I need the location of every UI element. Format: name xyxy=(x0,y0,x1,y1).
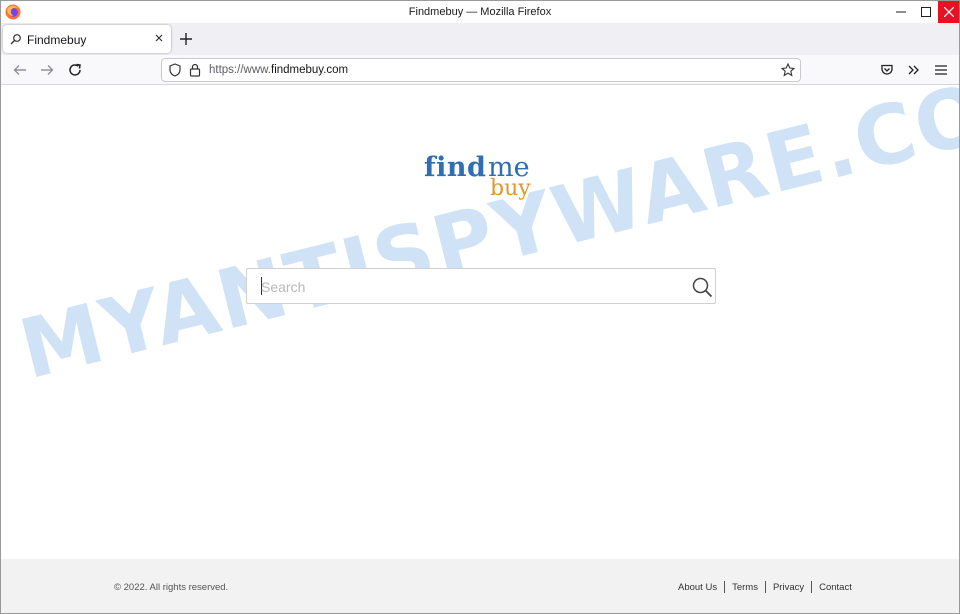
window-title: Findmebuy — Mozilla Firefox xyxy=(408,6,552,18)
footer-link-about-us[interactable]: About Us xyxy=(678,582,717,593)
search-input[interactable] xyxy=(261,278,681,296)
tab-strip: Findmebuy xyxy=(1,23,959,55)
page-footer: © 2022. All rights reserved. About Us Te… xyxy=(1,559,959,613)
divider xyxy=(764,581,766,593)
url-text[interactable]: https://www.findmebuy.com xyxy=(209,64,348,76)
divider xyxy=(724,581,726,593)
logo-find: find xyxy=(424,152,487,183)
search-favicon-icon xyxy=(10,34,21,45)
divider xyxy=(811,581,813,593)
navigation-toolbar: https://www.findmebuy.com xyxy=(1,55,959,85)
hamburger-menu-icon[interactable] xyxy=(935,64,947,76)
url-prefix: https://www. xyxy=(209,64,271,76)
minimize-button[interactable] xyxy=(890,1,912,23)
forward-arrow-icon[interactable] xyxy=(39,62,55,78)
footer-links: About Us Terms Privacy Contact xyxy=(678,581,852,593)
pocket-icon[interactable] xyxy=(880,63,894,77)
page-content: MYANTISPYWARE.COM find me buy xyxy=(1,86,959,559)
tab-label: Findmebuy xyxy=(27,33,87,47)
tab-findmebuy[interactable]: Findmebuy xyxy=(3,25,171,53)
findmebuy-logo[interactable]: find me buy xyxy=(424,152,544,212)
maximize-button[interactable] xyxy=(915,1,937,23)
reload-icon[interactable] xyxy=(67,62,83,78)
bookmark-star-icon[interactable] xyxy=(781,63,795,77)
maximize-icon xyxy=(921,7,931,17)
browser-window: Findmebuy — Mozilla Firefox Findmebuy ht… xyxy=(0,0,960,614)
close-icon xyxy=(943,7,954,17)
logo-buy: buy xyxy=(490,176,531,201)
overflow-menu-icon[interactable] xyxy=(907,63,921,77)
watermark-text: MYANTISPYWARE.COM xyxy=(11,86,959,399)
lock-icon[interactable] xyxy=(189,63,201,77)
footer-link-contact[interactable]: Contact xyxy=(819,582,852,593)
tracking-protection-shield-icon[interactable] xyxy=(168,63,182,77)
close-window-button[interactable] xyxy=(938,1,959,23)
footer-link-terms[interactable]: Terms xyxy=(732,582,758,593)
search-box[interactable] xyxy=(246,268,716,304)
minimize-icon xyxy=(896,11,906,13)
address-bar[interactable]: https://www.findmebuy.com xyxy=(161,58,801,82)
back-arrow-icon[interactable] xyxy=(12,62,28,78)
footer-link-privacy[interactable]: Privacy xyxy=(773,582,804,593)
copyright-text: © 2022. All rights reserved. xyxy=(114,582,229,593)
url-domain: findmebuy.com xyxy=(271,64,349,76)
title-bar: Findmebuy — Mozilla Firefox xyxy=(1,1,959,23)
search-icon[interactable] xyxy=(691,276,713,298)
close-tab-icon[interactable] xyxy=(153,32,165,44)
new-tab-icon[interactable] xyxy=(179,32,193,46)
